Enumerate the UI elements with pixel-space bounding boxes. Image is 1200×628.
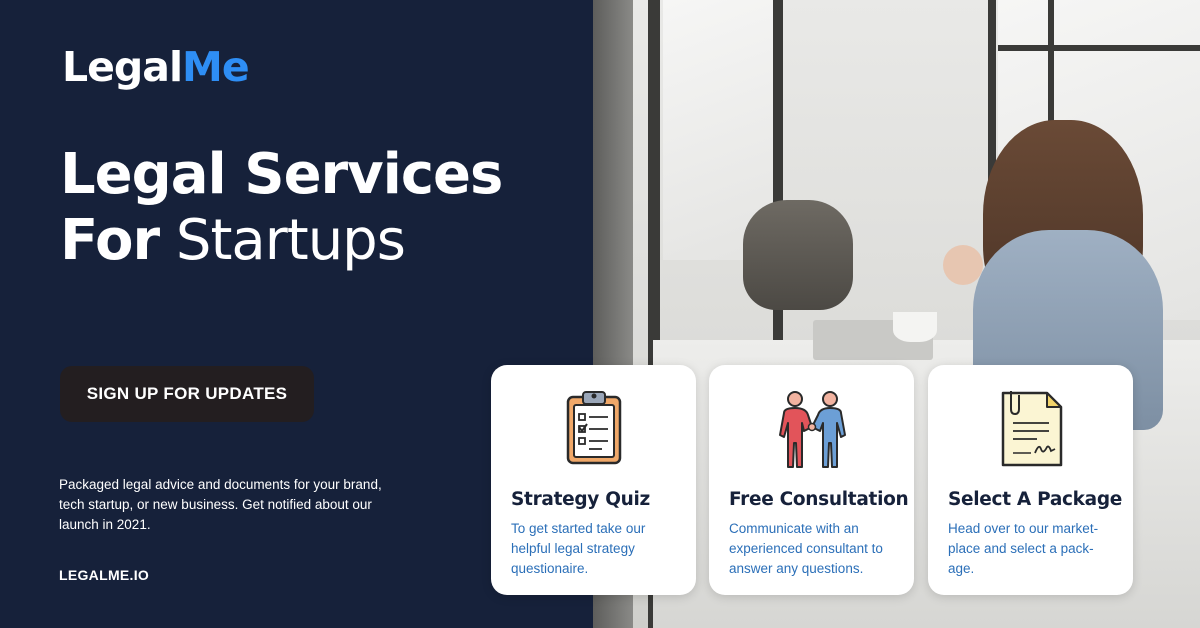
logo-text-accent: Me <box>182 43 250 91</box>
card-text: To get started take our helpful legal st… <box>511 521 646 576</box>
card-text: Communicate with an experienced consulta… <box>729 521 883 576</box>
description-text: Packaged legal advice and documents for … <box>59 477 382 532</box>
card-title: Free Consultation <box>729 489 909 510</box>
website-link[interactable]: LEGALME.IO <box>59 567 149 583</box>
card-free-consultation[interactable]: Free Consultation Communicate with an ex… <box>709 365 914 595</box>
sign-up-button[interactable]: SIGN UP FOR UPDATES <box>60 366 314 422</box>
people-handshake-icon <box>778 391 846 468</box>
clipboard-checklist-icon <box>566 391 621 465</box>
headline-line-1: Legal Services <box>60 142 503 207</box>
headline-line-2-light: Startups <box>175 208 406 273</box>
card-text: Head over to our market-place and select… <box>948 521 1099 576</box>
headline-line-2-bold: For <box>60 208 160 273</box>
card-strategy-quiz[interactable]: Strategy Quiz To get started take our he… <box>491 365 696 595</box>
card-select-package[interactable]: Select A Package Head over to our market… <box>928 365 1133 595</box>
signed-document-icon <box>1001 391 1062 467</box>
card-title: Strategy Quiz <box>511 489 651 510</box>
logo-text-main: Legal <box>62 43 183 91</box>
page-headline: Legal Services For Startups <box>60 142 503 274</box>
brand-logo: LegalMe <box>62 42 250 92</box>
card-title: Select A Package <box>948 489 1123 510</box>
